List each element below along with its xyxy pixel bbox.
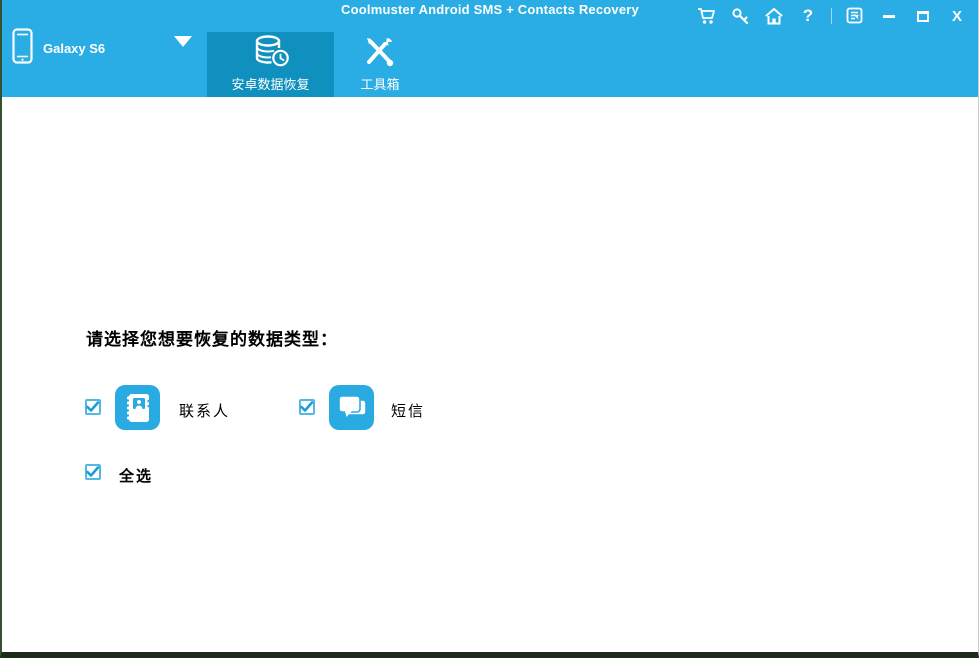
chevron-down-icon[interactable]	[174, 36, 192, 47]
cart-icon[interactable]	[695, 5, 717, 27]
select-all-checkbox[interactable]	[85, 464, 101, 480]
select-all-label: 全选	[119, 465, 153, 486]
phone-icon	[12, 28, 33, 69]
tab-android-data-recovery[interactable]: 安卓数据恢复	[207, 32, 334, 97]
main-content: 请选择您想要恢复的数据类型： 联系人	[2, 97, 978, 652]
maximize-icon[interactable]	[912, 5, 934, 27]
tab-label: 工具箱	[360, 74, 399, 93]
contacts-icon[interactable]	[115, 385, 160, 430]
toolbox-icon	[362, 35, 398, 69]
database-recovery-icon	[251, 35, 291, 69]
titlebar-icons: ? X	[695, 5, 968, 27]
help-icon[interactable]: ?	[797, 5, 819, 27]
device-selector[interactable]: Galaxy S6	[12, 28, 105, 68]
contacts-label: 联系人	[179, 400, 230, 421]
tab-toolbox[interactable]: 工具箱	[338, 32, 422, 97]
key-icon[interactable]	[729, 5, 751, 27]
app-window: Coolmuster Android SMS + Contacts Recove…	[0, 0, 979, 658]
sms-label: 短信	[391, 400, 425, 421]
select-data-type-heading: 请选择您想要恢复的数据类型：	[86, 325, 338, 350]
help-glyph: ?	[803, 6, 813, 26]
close-glyph: X	[952, 8, 962, 25]
close-icon[interactable]: X	[946, 5, 968, 27]
home-icon[interactable]	[763, 5, 785, 27]
tab-label: 安卓数据恢复	[231, 74, 309, 93]
contacts-checkbox[interactable]	[85, 399, 101, 415]
sms-checkbox[interactable]	[299, 399, 315, 415]
sms-icon[interactable]	[329, 385, 374, 430]
header-bar: Coolmuster Android SMS + Contacts Recove…	[2, 0, 978, 97]
minimize-icon[interactable]	[878, 5, 900, 27]
titlebar-divider	[831, 8, 832, 24]
feedback-icon[interactable]	[844, 5, 866, 27]
device-name: Galaxy S6	[43, 41, 105, 56]
